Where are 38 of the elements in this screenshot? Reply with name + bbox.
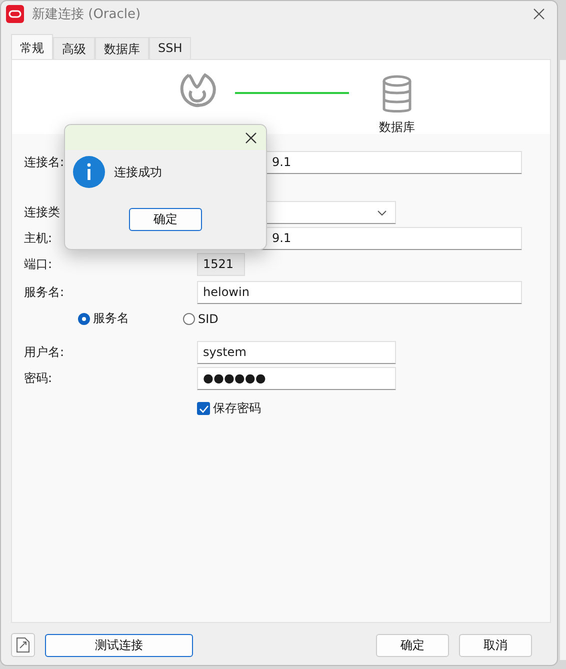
tab[interactable]: 常规 — [11, 34, 53, 59]
database-icon — [381, 74, 413, 114]
radio-button[interactable] — [183, 312, 195, 324]
edit-tool-button[interactable] — [11, 633, 35, 657]
window-title: 新建连接 (Oracle) — [32, 6, 142, 23]
ok-button[interactable]: 确定 — [376, 634, 449, 656]
field-label: 用户名: — [24, 344, 64, 361]
database-label: 数据库 — [379, 118, 415, 136]
tab[interactable]: SSH — [149, 37, 192, 59]
cancel-button[interactable]: 取消 — [459, 634, 532, 656]
field-label: 主机: — [24, 230, 52, 247]
close-icon[interactable] — [245, 132, 257, 144]
field-label: 服务名: — [24, 284, 64, 301]
input-field[interactable]: system — [197, 341, 396, 364]
input-field[interactable]: 1521 — [197, 253, 245, 276]
chevron-down-icon — [377, 210, 387, 216]
field-label: 连接类 — [24, 204, 60, 221]
ok-button[interactable]: 确定 — [129, 208, 202, 231]
radio-option[interactable]: SID — [183, 312, 218, 326]
radio-label: SID — [198, 312, 218, 326]
tab[interactable]: 高级 — [53, 37, 95, 59]
message-text: 连接成功 — [114, 164, 162, 180]
checkbox[interactable] — [197, 402, 210, 415]
checkbox-label: 保存密码 — [213, 400, 261, 417]
field-label: 密码: — [24, 370, 52, 387]
radio-label: 服务名 — [93, 310, 129, 327]
test-connection-button[interactable]: 测试连接 — [45, 634, 193, 656]
radio-button[interactable] — [78, 312, 90, 324]
input-field[interactable]: helowin — [197, 281, 522, 304]
radio-option[interactable]: 服务名 — [78, 310, 129, 327]
field-label: 连接名: — [24, 154, 64, 171]
app-icon — [6, 5, 24, 23]
tab[interactable]: 数据库 — [95, 37, 149, 59]
document-icon — [16, 637, 30, 653]
close-icon[interactable] — [533, 8, 545, 20]
password-field[interactable]: ●●●●●● — [197, 367, 396, 390]
field-label: 端口: — [24, 256, 52, 273]
info-icon — [73, 156, 105, 188]
